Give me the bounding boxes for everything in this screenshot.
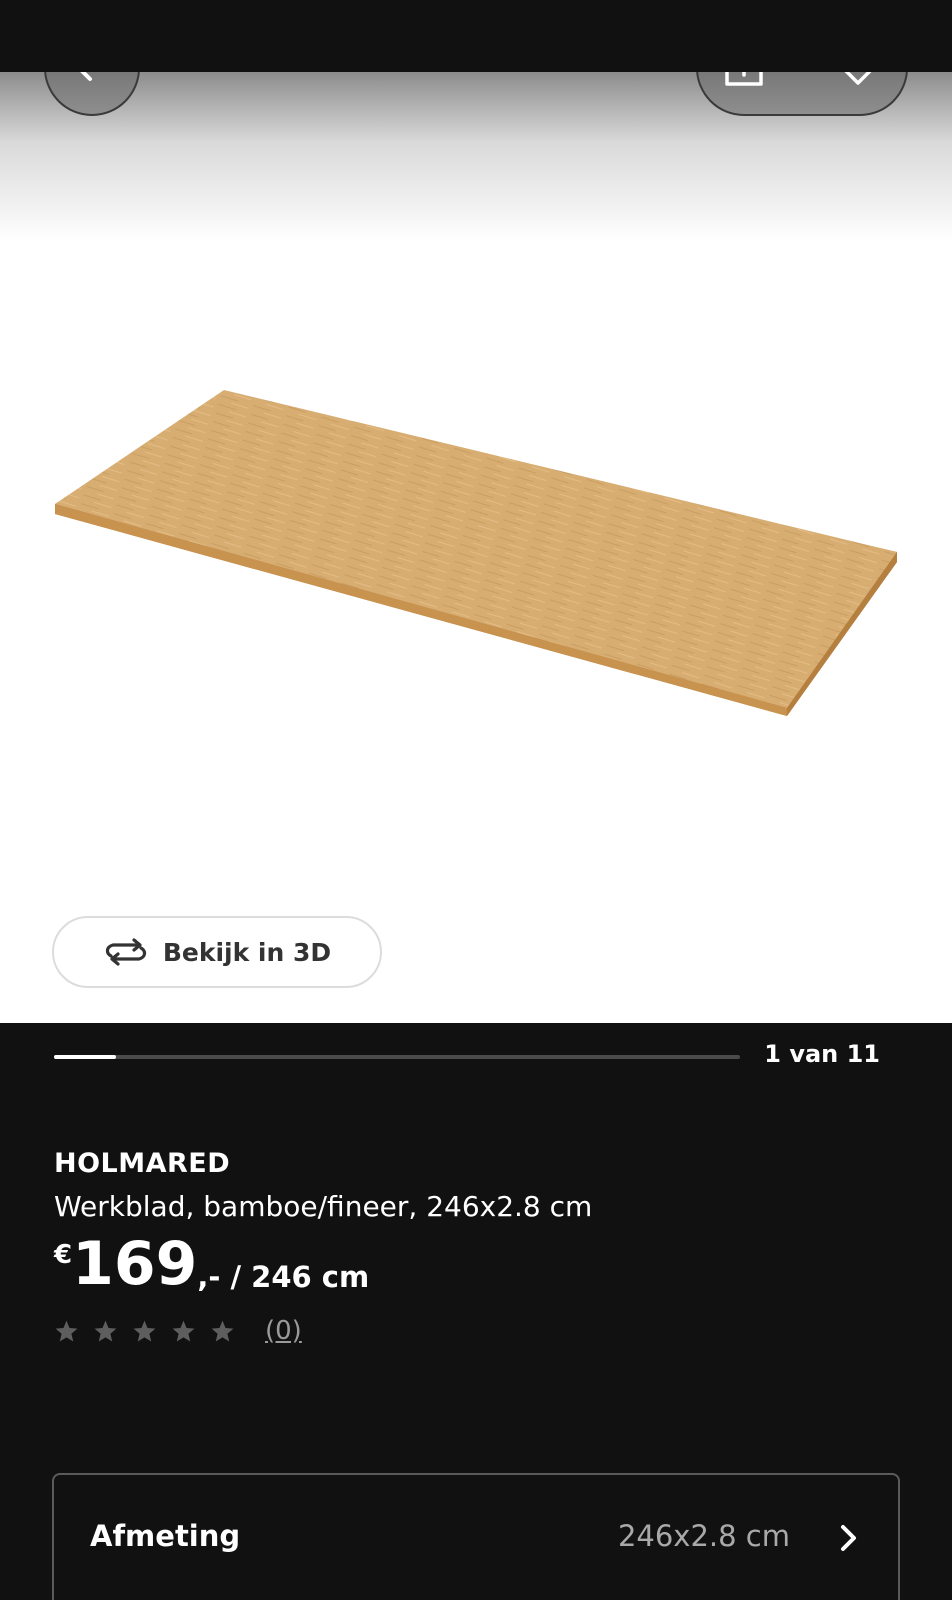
review-count-link[interactable]: (0) bbox=[265, 1316, 302, 1346]
view-3d-label: Bekijk in 3D bbox=[162, 937, 332, 967]
price-currency: € bbox=[54, 1240, 73, 1270]
arrow-left-icon bbox=[80, 72, 92, 81]
share-icon bbox=[725, 72, 763, 86]
gallery-progress-fill bbox=[54, 1055, 117, 1059]
star-icon bbox=[211, 1320, 234, 1341]
product-image bbox=[55, 390, 897, 716]
dimension-selector[interactable]: Afmeting 246x2.8 cm bbox=[52, 1473, 900, 1600]
product-gallery[interactable]: Bekijk in 3D bbox=[0, 72, 952, 1023]
star-icon bbox=[133, 1320, 156, 1341]
star-icon bbox=[55, 1320, 78, 1341]
heart-icon bbox=[844, 72, 872, 85]
product-price: € 169 ,- / 246 cm bbox=[54, 1234, 369, 1294]
price-amount: 169 bbox=[72, 1229, 198, 1299]
gallery-progress-bar bbox=[54, 1055, 740, 1059]
chevron-right-icon bbox=[841, 1525, 856, 1551]
view-3d-button[interactable]: Bekijk in 3D bbox=[52, 916, 382, 988]
gallery-counter: 1 van 11 bbox=[764, 1040, 880, 1068]
price-suffix: ,- / 246 cm bbox=[197, 1260, 370, 1294]
rotate-3d-icon bbox=[105, 938, 146, 966]
share-favorite-group bbox=[696, 72, 908, 116]
product-description: Werkblad, bamboe/fineer, 246x2.8 cm bbox=[54, 1190, 593, 1223]
star-icon bbox=[172, 1320, 195, 1341]
status-bar bbox=[0, 0, 952, 72]
rating-row[interactable]: (0) bbox=[54, 1314, 302, 1348]
favorite-button[interactable] bbox=[834, 72, 882, 92]
star-icon bbox=[94, 1320, 117, 1341]
product-name: HOLMARED bbox=[54, 1148, 231, 1179]
dimension-label: Afmeting bbox=[90, 1519, 241, 1553]
share-button[interactable] bbox=[720, 72, 768, 92]
dimension-value: 246x2.8 cm bbox=[617, 1519, 790, 1553]
